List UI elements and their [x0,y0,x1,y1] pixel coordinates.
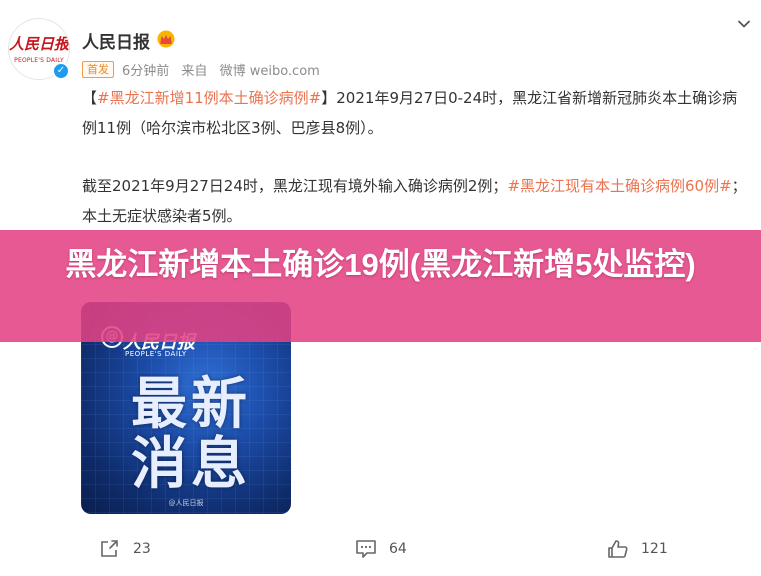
avatar-logo-text: 人民日报 [9,35,70,53]
repost-count: 23 [133,541,151,557]
comment-count: 64 [389,541,407,557]
thumbs-up-icon [608,540,628,558]
bracket-open: 【 [82,89,98,107]
post-time[interactable]: 6分钟前 [122,60,169,79]
post-paragraph-2: 截至2021年9月27日24时，黑龙江现有境外输入确诊病例2例；#黑龙江现有本土… [82,171,752,231]
weibo-post-card: 人民日报 PEOPLE'S DAILY ✓ 人民日报 首发 6分钟前 来自 微博… [0,0,761,576]
comment-icon [356,540,376,558]
post-paragraph-1: 【#黑龙江新增11例本土确诊病例#】2021年9月27日0-24时，黑龙江省新增… [82,83,752,143]
meta-separator [211,62,215,77]
image-watermark: @人民日报 [168,499,204,507]
crown-icon [157,30,175,48]
verified-icon: ✓ [52,62,70,80]
username[interactable]: 人民日报 [82,28,150,53]
source-prefix: 来自 [181,63,208,79]
image-headline-line-1: 最新 [131,372,251,437]
first-release-badge: 首发 [82,60,114,78]
like-button[interactable]: 121 [607,538,668,560]
overlay-title: 黑龙江新增本土确诊19例(黑龙江新增5处监控) [65,247,696,282]
repost-button[interactable]: 23 [99,538,151,560]
image-brand-subtitle: PEOPLE'S DAILY [125,350,187,358]
paragraph-text: 截至2021年9月27日24时，黑龙江现有境外输入确诊病例2例； [82,177,508,195]
chevron-down-icon[interactable] [736,16,752,32]
image-headline-line-2: 消息 [131,432,251,497]
post-meta: 首发 6分钟前 来自 微博 weibo.com [82,60,320,79]
meta-separator [173,62,177,77]
post-source[interactable]: 微博 weibo.com [220,60,320,79]
hashtag-link[interactable]: #黑龙江现有本土确诊病例60例# [507,177,731,195]
like-count: 121 [641,541,668,557]
comment-button[interactable]: 64 [355,538,407,560]
bracket-close: 】 [321,89,337,107]
share-icon [101,540,118,557]
hashtag-link[interactable]: #黑龙江新增11例本土确诊病例# [97,89,321,107]
